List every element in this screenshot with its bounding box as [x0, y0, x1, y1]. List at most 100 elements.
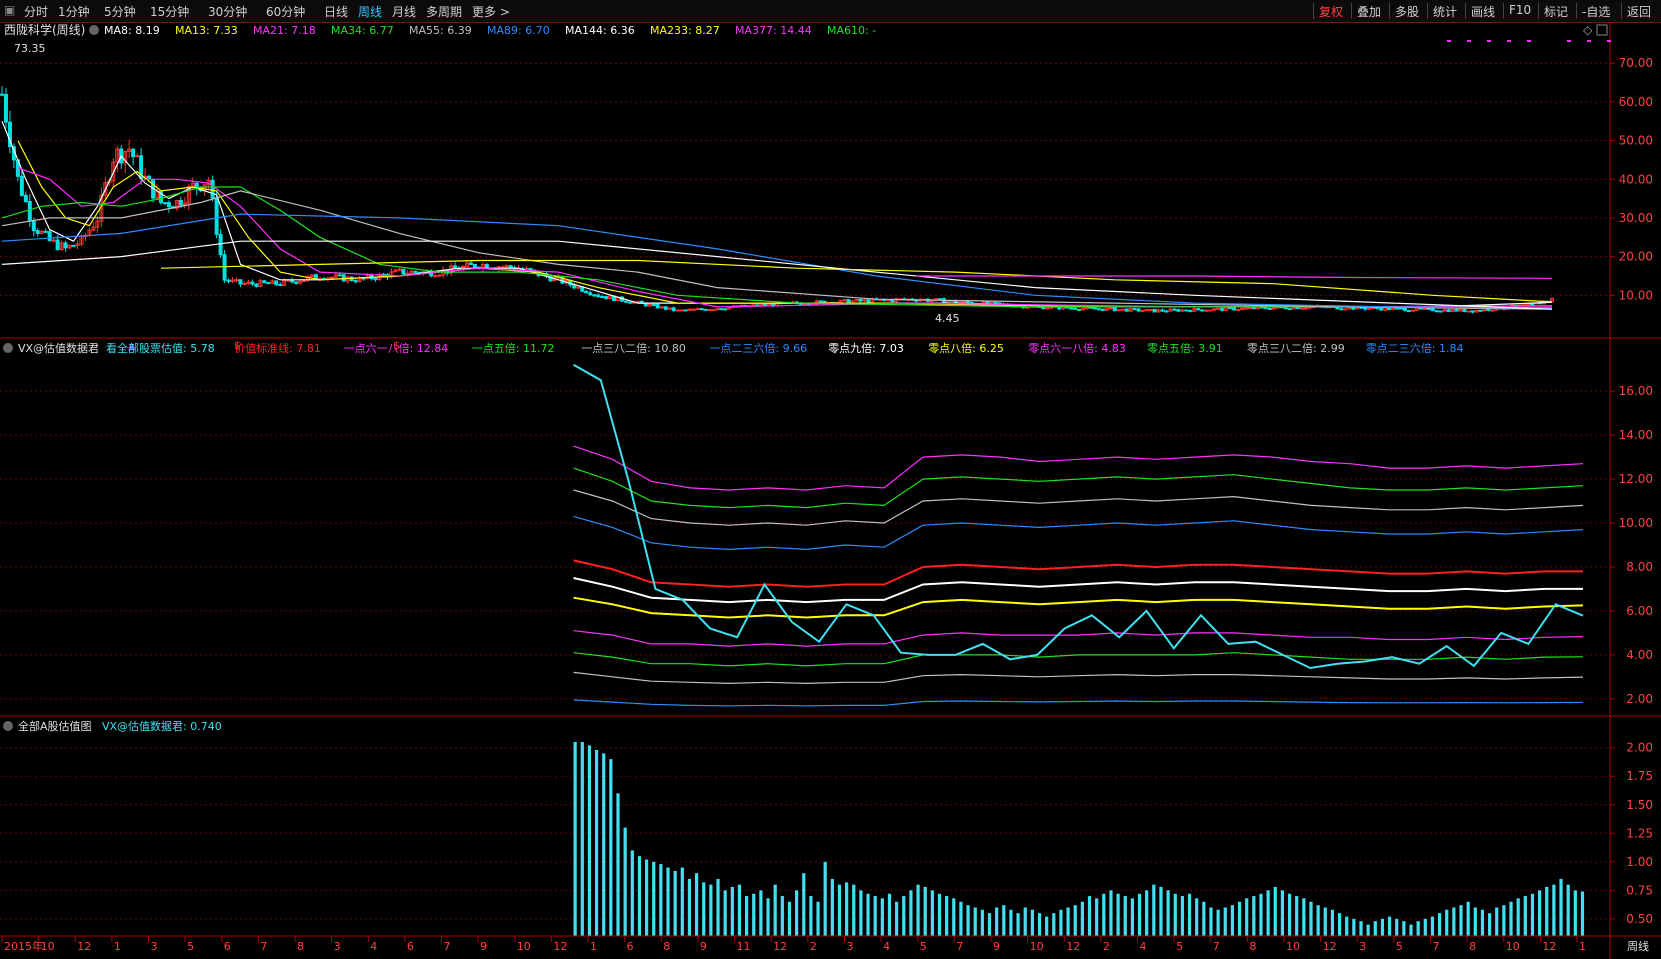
candle-body — [373, 278, 378, 281]
ma-line-ma144 — [1, 240, 1553, 310]
valuation-bar — [1473, 907, 1477, 936]
valuation-bar-panel-title: 全部A股估值图 — [18, 719, 92, 733]
x-tick-label: 5 — [1396, 940, 1403, 953]
candle-body — [592, 294, 597, 297]
valuation-bar — [1209, 907, 1213, 936]
candle-body — [313, 274, 318, 280]
valuation-bar — [1073, 905, 1077, 936]
valuation-series-label: 零点六一八倍: 4.83 — [1028, 341, 1126, 355]
candle-body — [35, 230, 40, 234]
valuation-bar — [744, 896, 749, 936]
marker-dot — [1447, 40, 1451, 42]
panel-maximize-icon[interactable] — [1596, 24, 1608, 36]
toolbar-fuquan-button[interactable]: 复权 — [1319, 3, 1343, 20]
tab-day[interactable]: 日线 — [324, 3, 348, 20]
valuation-tick-label: 2.00 — [1626, 692, 1653, 706]
valuation-bar — [1102, 893, 1106, 936]
tab-multi[interactable]: 多周期 — [426, 3, 462, 20]
toolbar-zixuan-button[interactable]: -自选 — [1582, 3, 1610, 20]
toolbar-separator — [1313, 3, 1314, 19]
candle-body — [1172, 308, 1177, 311]
candle-body — [1073, 307, 1078, 310]
indicator-settings-icon[interactable] — [89, 25, 99, 35]
toolbar-separator — [1465, 3, 1466, 19]
toolbar-separator — [1427, 3, 1428, 19]
candle-body — [858, 298, 863, 302]
candle-body — [576, 286, 581, 289]
candle-body — [242, 282, 247, 285]
valuation-bar — [1466, 901, 1470, 936]
tab-week[interactable]: 周线 — [358, 3, 382, 20]
valuation-bar — [1052, 913, 1056, 936]
valuation-bar — [1095, 898, 1099, 936]
toolbar-huaxian-button[interactable]: 画线 — [1471, 3, 1495, 20]
valuation-bar — [1252, 896, 1256, 936]
tab-30min[interactable]: 30分钟 — [208, 3, 247, 20]
x-tick-label: 10 — [1286, 940, 1300, 953]
valuation-bar — [1202, 901, 1206, 936]
candle-body — [711, 308, 716, 311]
candle-body — [1247, 307, 1252, 310]
valuation-bar — [945, 896, 949, 936]
valuation-bar — [1023, 907, 1027, 936]
valuation-series-line — [573, 559, 1583, 588]
tab-fenshi[interactable]: 分时 — [24, 3, 48, 20]
valuation-bar — [1559, 878, 1563, 936]
tab-60min[interactable]: 60分钟 — [266, 3, 305, 20]
valuation-bar — [1566, 884, 1570, 936]
diamond-icon: ◇ — [1583, 23, 1593, 37]
valuation-bar — [1173, 893, 1177, 936]
x-tick-label: 10 — [1506, 940, 1520, 953]
valuation-panel — [573, 363, 1584, 707]
ma-label: MA144: 6.36 — [565, 24, 635, 37]
toolbar-biaoji-button[interactable]: 标记 — [1544, 3, 1568, 20]
candle-body — [329, 276, 334, 279]
valuation-bar — [1273, 886, 1277, 936]
toolbar-tongji-button[interactable]: 统计 — [1433, 3, 1457, 20]
x-tick-label: 8 — [1469, 940, 1476, 953]
tab-more[interactable]: 更多 > — [472, 3, 510, 20]
marker-dot — [1567, 40, 1571, 42]
tab-15min[interactable]: 15分钟 — [150, 3, 189, 20]
valuation-bar — [1402, 921, 1406, 936]
toolbar-diejia-button[interactable]: 叠加 — [1357, 3, 1381, 20]
collapse-icon[interactable] — [3, 721, 13, 731]
valuation-bar — [1337, 913, 1342, 936]
x-tick-label: 7 — [260, 940, 267, 953]
valuation-bar — [787, 901, 792, 936]
valuation-series-label: 一点二三六倍: 9.66 — [709, 341, 807, 355]
x-tick-label: 12 — [1323, 940, 1337, 953]
tab-1min[interactable]: 1分钟 — [58, 3, 90, 20]
toolbar-fanhui-button[interactable]: 返回 — [1627, 3, 1651, 20]
candle-body — [524, 267, 529, 270]
valuation-bar — [1359, 921, 1363, 936]
candle-body — [707, 309, 712, 312]
candle-body — [1478, 309, 1483, 312]
toolbar-menu-icon[interactable]: ▣ — [4, 3, 15, 17]
candle-body — [238, 279, 243, 285]
valuation-series-line — [573, 515, 1584, 551]
tab-month[interactable]: 月线 — [392, 3, 416, 20]
marker-dot — [1527, 40, 1531, 42]
collapse-icon[interactable] — [3, 343, 13, 353]
candle-body — [1188, 309, 1193, 312]
candle-body — [1243, 307, 1248, 310]
valuation-bar — [1552, 884, 1556, 936]
candle-body — [1096, 308, 1101, 311]
valuation-bar — [594, 749, 599, 936]
valuation-bar — [659, 864, 663, 936]
toolbar-duogu-button[interactable]: 多股 — [1395, 3, 1419, 20]
valuation-bar — [880, 898, 884, 936]
ma-label: MA233: 8.27 — [650, 24, 720, 37]
toolbar-separator — [1389, 3, 1390, 19]
tab-5min[interactable]: 5分钟 — [104, 3, 136, 20]
x-tick-label: 10 — [517, 940, 531, 953]
candle-body — [1430, 307, 1435, 312]
valuation-bar — [723, 890, 727, 936]
marker-dot — [1507, 40, 1511, 42]
valuation-series-label: 零点三八二倍: 2.99 — [1247, 341, 1345, 355]
candle-body — [31, 220, 36, 232]
toolbar-f10-button[interactable]: F10 — [1509, 3, 1531, 17]
candle-body — [1069, 307, 1074, 310]
valuation-bar — [1545, 886, 1549, 936]
